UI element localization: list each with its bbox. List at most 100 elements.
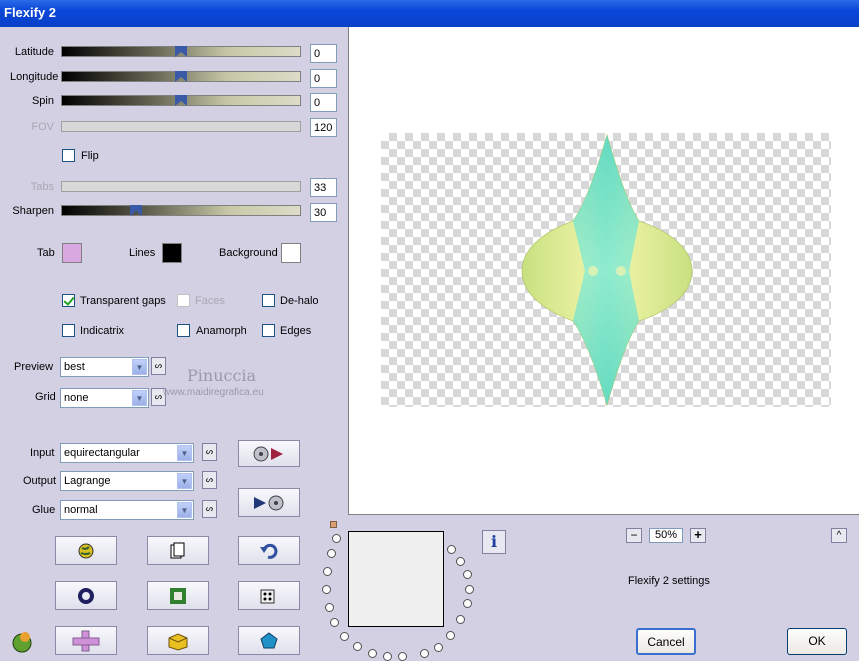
navigator-dot — [322, 585, 331, 594]
fov-label: FOV — [31, 121, 54, 133]
edges-label: Edges — [280, 325, 312, 337]
tab-color-label: Tab — [37, 247, 55, 259]
ring-button[interactable] — [55, 581, 117, 610]
cube-button[interactable] — [147, 626, 209, 655]
longitude-label: Longitude — [10, 71, 59, 83]
cube-icon — [168, 632, 188, 651]
faces-label: Faces — [195, 295, 225, 307]
anamorph-checkbox[interactable] — [177, 324, 190, 337]
navigator-dot — [340, 632, 349, 641]
cross-net-icon — [72, 630, 100, 651]
glue-link-button[interactable]: ᔕ — [202, 500, 217, 518]
navigator-dot — [434, 643, 443, 652]
navigator-dot — [446, 631, 455, 640]
undo-button[interactable] — [238, 536, 300, 565]
convert-to-output-button[interactable] — [238, 488, 300, 517]
navigator-dot — [327, 549, 336, 558]
earth-button[interactable] — [55, 536, 117, 565]
cancel-button[interactable]: Cancel — [636, 628, 696, 655]
glue-select[interactable]: normal ▼ — [60, 500, 194, 520]
spin-field[interactable]: 0 — [310, 93, 337, 112]
tabs-field[interactable]: 33 — [310, 178, 337, 197]
output-link-button[interactable]: ᔕ — [202, 471, 217, 489]
navigator-dot — [325, 603, 334, 612]
lines-color-swatch[interactable] — [162, 243, 182, 263]
de-halo-label: De-halo — [280, 295, 319, 307]
navigator-dot — [323, 567, 332, 576]
watermark-url: www.maidiregrafica.eu — [163, 387, 264, 398]
pentagon-icon — [260, 631, 278, 648]
input-link-button[interactable]: ᔕ — [202, 443, 217, 461]
ok-button[interactable]: OK — [787, 628, 847, 655]
indicatrix-checkbox[interactable] — [62, 324, 75, 337]
status-text: Flexify 2 settings — [628, 575, 710, 587]
transparent-gaps-label: Transparent gaps — [80, 295, 166, 307]
info-icon: i — [490, 532, 498, 551]
latitude-field[interactable]: 0 — [310, 44, 337, 63]
fov-slider — [61, 121, 301, 132]
zoom-out-button[interactable]: − — [626, 528, 642, 543]
longitude-thumb[interactable] — [175, 71, 187, 82]
tabs-slider — [61, 181, 301, 192]
copy-button[interactable] — [147, 536, 209, 565]
navigator-dot — [456, 557, 465, 566]
longitude-field[interactable]: 0 — [310, 69, 337, 88]
navigator-dot — [465, 585, 474, 594]
info-button[interactable]: i — [482, 530, 506, 554]
flip-checkbox[interactable] — [62, 149, 75, 162]
undo-arrow-icon — [260, 543, 278, 559]
spin-thumb[interactable] — [175, 95, 187, 106]
navigator-dot — [330, 618, 339, 627]
latitude-thumb[interactable] — [175, 46, 187, 57]
lines-color-label: Lines — [129, 247, 156, 259]
edges-checkbox[interactable] — [262, 324, 275, 337]
window-title: Flexify 2 — [4, 5, 57, 20]
chevron-down-icon: ▼ — [132, 359, 147, 375]
latitude-slider[interactable] — [61, 46, 301, 57]
chevron-down-icon: ▼ — [177, 473, 192, 489]
random-button[interactable] — [238, 581, 300, 610]
navigator-dot — [420, 649, 429, 658]
de-halo-checkbox[interactable] — [262, 294, 275, 307]
sharpen-thumb[interactable] — [130, 205, 142, 216]
navigator-dot — [447, 545, 456, 554]
preview-select-value: best — [64, 361, 85, 373]
chevron-down-icon: ▼ — [177, 445, 192, 461]
longitude-slider[interactable] — [61, 71, 301, 82]
cross-button[interactable] — [55, 626, 117, 655]
pentagon-button[interactable] — [238, 626, 300, 655]
chevron-down-icon: ▼ — [177, 502, 192, 518]
output-label: Output — [23, 475, 57, 487]
input-select[interactable]: equirectangular ▼ — [60, 443, 194, 463]
background-color-label: Background — [219, 247, 278, 259]
play-disc-icon — [254, 495, 284, 510]
spin-slider[interactable] — [61, 95, 301, 106]
transparent-gaps-checkbox[interactable] — [62, 294, 75, 307]
preview-label: Preview — [14, 361, 54, 373]
grid-label: Grid — [35, 391, 56, 403]
collapse-button[interactable]: ^ — [831, 528, 847, 543]
grid-select[interactable]: none ▼ — [60, 388, 149, 408]
sharpen-slider[interactable] — [61, 205, 301, 216]
sharpen-field[interactable]: 30 — [310, 203, 337, 222]
convert-to-input-button[interactable] — [238, 440, 300, 467]
navigator-dot — [456, 615, 465, 624]
nav-handle[interactable] — [330, 521, 337, 528]
navigator-dot — [332, 534, 341, 543]
ring-icon — [78, 587, 94, 604]
square-button[interactable] — [147, 581, 209, 610]
latitude-label: Latitude — [14, 46, 54, 58]
title-bar: Flexify 2 — [0, 0, 859, 27]
zoom-level[interactable]: 50% — [649, 528, 683, 543]
fov-field[interactable]: 120 — [310, 118, 337, 137]
preview-select[interactable]: best ▼ — [60, 357, 149, 377]
spin-label: Spin — [31, 95, 54, 107]
background-color-swatch[interactable] — [281, 243, 301, 263]
input-select-value: equirectangular — [64, 447, 140, 459]
navigator-thumbnail[interactable] — [348, 531, 444, 627]
output-select[interactable]: Lagrange ▼ — [60, 471, 194, 491]
input-label: Input — [30, 447, 55, 459]
zoom-in-button[interactable]: + — [690, 528, 706, 543]
tab-color-swatch[interactable] — [62, 243, 82, 263]
preview-link-button[interactable]: ᔕ — [151, 357, 166, 375]
